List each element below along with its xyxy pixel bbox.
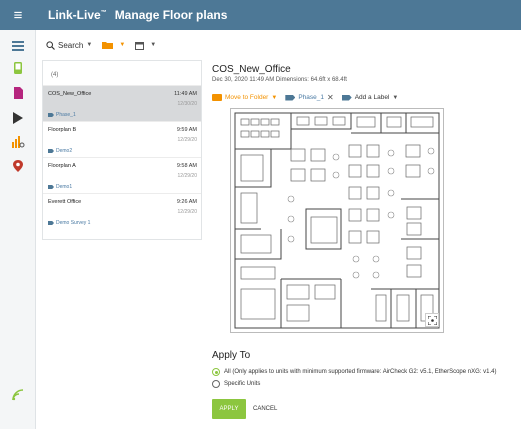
close-icon[interactable]: ✕ [327,93,334,102]
analytics-icon[interactable] [6,131,30,153]
file-icon[interactable] [6,82,30,104]
item-date: 12/29/20 [177,173,197,179]
list-item[interactable]: Everett Office 9:26 AM 12/29/20 Demo Sur… [43,193,201,229]
chevron-down-icon: ▼ [119,42,126,48]
item-tag-label: Demo1 [56,184,73,190]
folder-icon [212,94,222,101]
item-tag-label: Phase_1 [56,112,76,118]
radio-button[interactable] [212,380,220,388]
floorplan-meta: Dec 30, 2020 11:49 AM Dimensions: 64.6ft… [212,77,347,83]
brand-name: Link-Live™ [48,8,107,22]
radio-option-specific[interactable]: Specific Units [212,380,260,388]
brand-trademark: ™ [100,10,107,16]
search-button[interactable]: Search ▼ [46,35,92,55]
wifi-icon[interactable] [6,384,30,406]
top-bar: ≡ Link-Live™ Manage Floor plans [0,0,521,30]
radio-button-checked[interactable] [212,368,220,376]
list-icon[interactable] [6,35,30,57]
item-tag[interactable]: Phase_1 [48,112,76,118]
apply-button[interactable]: APPLY [212,399,246,419]
item-tag[interactable]: Demo Survey 1 [48,220,90,226]
move-to-folder-button[interactable]: Move to Folder ▼ [212,94,277,101]
item-name: Floorplan A [48,163,76,169]
label-bar: Move to Folder ▼ Phase_1 ✕ Add a Label ▼ [212,93,406,102]
item-tag[interactable]: Demo1 [48,184,72,190]
item-time: 9:26 AM [176,199,197,205]
radio-option-all[interactable]: All (Only applies to units with minimum … [212,368,496,376]
item-tag-label: Demo2 [56,148,73,154]
add-label-button[interactable]: Add a Label ▼ [341,94,399,101]
sidebar-rail [0,30,36,429]
page-title: Manage Floor plans [114,8,228,22]
radio-option-all-label: All (Only applies to units with minimum … [224,369,497,375]
folder-filter-button[interactable]: ▼ [102,35,125,55]
play-icon[interactable] [6,107,30,129]
radio-option-specific-label: Specific Units [224,381,261,387]
item-tag-label: Demo Survey 1 [56,220,91,226]
item-time: 9:59 AM [176,127,197,133]
floorplan-title: COS_New_Office [212,64,291,75]
item-name: Everett Office [48,199,82,205]
device-icon[interactable] [6,57,30,79]
item-name: Floorplan B [48,127,77,133]
date-filter-button[interactable]: ▼ [135,35,156,55]
move-to-folder-label: Move to Folder [225,94,269,101]
label-icon [341,94,352,101]
item-date: 12/29/20 [177,209,197,215]
item-date: 12/30/20 [177,101,197,107]
toolbar: Search ▼ ▼ ▼ [36,30,521,60]
list-item[interactable]: COS_New_Office 11:49 AM 12/30/20 Phase_1 [43,85,201,121]
list-item[interactable]: Floorplan B 9:59 AM 12/29/20 Demo2 [43,121,201,157]
floorplan-list: (4) COS_New_Office 11:49 AM 12/30/20 Pha… [42,60,202,240]
cancel-button[interactable]: CANCEL [253,399,277,419]
chevron-down-icon: ▼ [392,94,399,101]
label-icon [285,94,296,101]
chevron-down-icon: ▼ [271,94,278,101]
floorplan-drawing [234,112,440,329]
fullscreen-icon[interactable] [425,313,439,327]
label-icon [48,113,54,117]
chevron-down-icon: ▼ [86,42,93,48]
location-icon[interactable] [6,155,30,177]
search-icon [46,40,55,50]
label-chip[interactable]: Phase_1 ✕ [285,93,334,102]
search-label: Search [58,40,84,50]
calendar-icon [135,41,145,50]
item-time: 11:49 AM [174,91,197,97]
item-tag[interactable]: Demo2 [48,148,72,154]
label-chip-text: Phase_1 [298,94,324,101]
label-icon [48,149,54,153]
folder-icon [102,42,114,49]
chevron-down-icon: ▼ [150,42,157,48]
floorplan-image[interactable] [230,108,444,333]
item-name: COS_New_Office [48,91,92,97]
apply-to-heading: Apply To [212,350,251,361]
label-icon [48,221,54,225]
list-count: (4) [51,72,59,78]
item-time: 9:58 AM [176,163,197,169]
menu-icon[interactable]: ≡ [0,0,36,30]
item-date: 12/29/20 [177,137,197,143]
add-label-text: Add a Label [354,94,390,101]
list-item[interactable]: Floorplan A 9:58 AM 12/29/20 Demo1 [43,157,201,193]
label-icon [48,185,54,189]
